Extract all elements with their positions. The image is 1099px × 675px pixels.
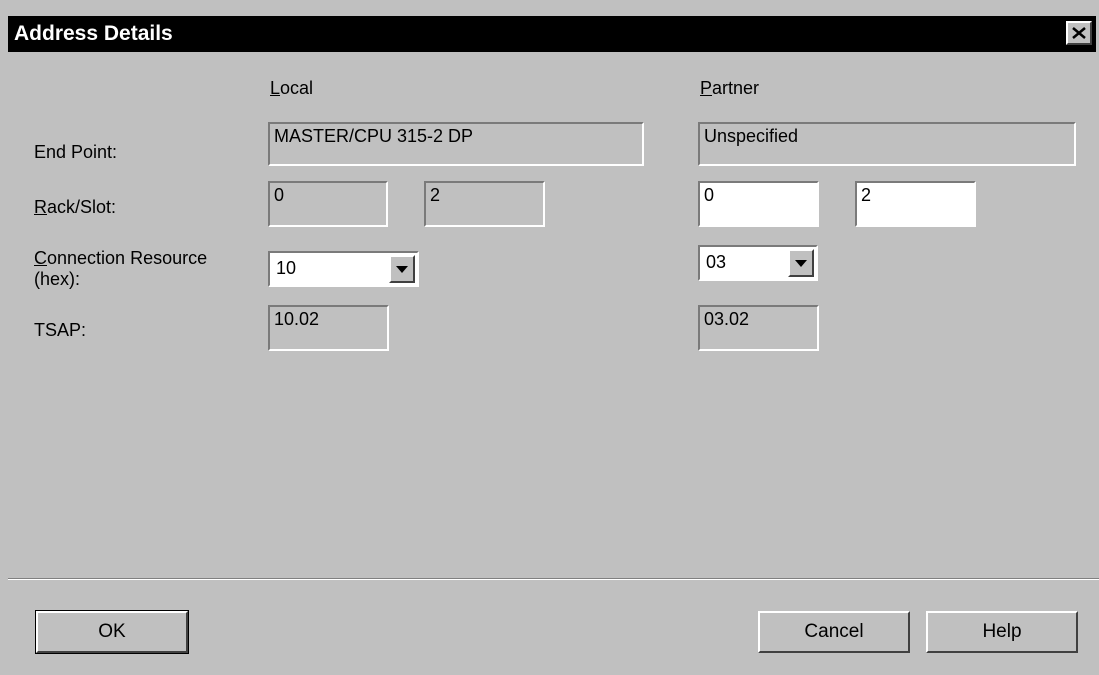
partner-tsap-field: 03.02 bbox=[698, 305, 819, 351]
local-connection-resource-dropdown-button[interactable] bbox=[389, 255, 415, 283]
tsap-label: TSAP: bbox=[34, 320, 87, 340]
partner-end-point-field: Unspecified bbox=[698, 122, 1076, 166]
chevron-down-icon bbox=[396, 265, 408, 273]
local-tsap-field: 10.02 bbox=[268, 305, 389, 351]
partner-slot-field[interactable]: 2 bbox=[855, 181, 976, 227]
ok-button[interactable]: OK bbox=[35, 610, 189, 654]
cancel-button[interactable]: Cancel bbox=[758, 611, 910, 653]
footer-divider bbox=[8, 578, 1099, 580]
connection-resource-label: Connection Resource (hex): bbox=[34, 248, 208, 289]
partner-connection-resource-select[interactable]: 03 bbox=[698, 245, 818, 281]
local-end-point-field: MASTER/CPU 315-2 DP bbox=[268, 122, 644, 166]
rack-slot-label: Rack/Slot: bbox=[34, 197, 117, 217]
chevron-down-icon bbox=[795, 259, 807, 267]
local-connection-resource-value: 10 bbox=[276, 258, 297, 278]
partner-column-header: Partner bbox=[700, 78, 760, 98]
help-button[interactable]: Help bbox=[926, 611, 1078, 653]
end-point-label: End Point: bbox=[34, 142, 118, 162]
address-details-dialog: Address Details Local Partner End Point:… bbox=[0, 0, 1099, 675]
close-button[interactable] bbox=[1066, 21, 1092, 45]
connection-resource-label-hex: (hex): bbox=[34, 268, 81, 289]
window-title: Address Details bbox=[14, 22, 173, 45]
local-rack-field: 0 bbox=[268, 181, 388, 227]
close-icon bbox=[1072, 27, 1086, 39]
local-connection-resource-select[interactable]: 10 bbox=[268, 251, 419, 287]
partner-connection-resource-dropdown-button[interactable] bbox=[788, 249, 814, 277]
local-slot-field: 2 bbox=[424, 181, 545, 227]
partner-connection-resource-value: 03 bbox=[706, 252, 727, 272]
partner-rack-field[interactable]: 0 bbox=[698, 181, 819, 227]
title-bar[interactable]: Address Details bbox=[8, 16, 1096, 52]
local-column-header: Local bbox=[270, 78, 314, 98]
